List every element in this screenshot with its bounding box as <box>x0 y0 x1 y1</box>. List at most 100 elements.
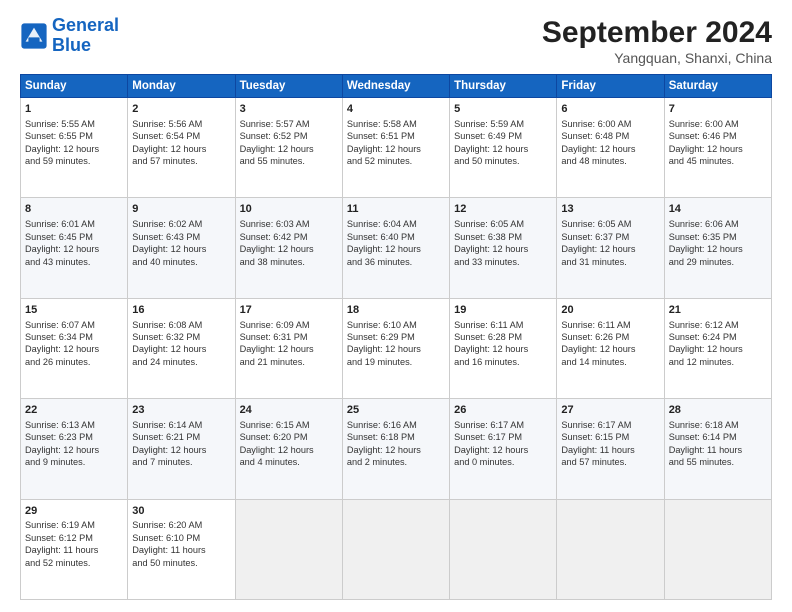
day-info: and 0 minutes. <box>454 456 552 468</box>
day-info: Sunrise: 6:05 AM <box>561 218 659 230</box>
day-info: Daylight: 12 hours <box>25 444 123 456</box>
day-info: Sunrise: 5:55 AM <box>25 118 123 130</box>
day-info: and 24 minutes. <box>132 356 230 368</box>
day-info: and 48 minutes. <box>561 155 659 167</box>
day-info: Sunrise: 6:18 AM <box>669 419 767 431</box>
day-number: 1 <box>25 102 123 117</box>
day-info: and 50 minutes. <box>454 155 552 167</box>
day-number: 25 <box>347 403 445 418</box>
day-info: and 40 minutes. <box>132 256 230 268</box>
day-number: 23 <box>132 403 230 418</box>
calendar-cell: 7Sunrise: 6:00 AMSunset: 6:46 PMDaylight… <box>664 98 771 198</box>
day-info: Sunrise: 5:58 AM <box>347 118 445 130</box>
day-info: Sunrise: 6:03 AM <box>240 218 338 230</box>
day-info: Sunrise: 6:20 AM <box>132 519 230 531</box>
weekday-saturday: Saturday <box>664 75 771 98</box>
day-number: 21 <box>669 303 767 318</box>
day-info: Sunset: 6:32 PM <box>132 331 230 343</box>
day-info: Sunset: 6:17 PM <box>454 431 552 443</box>
calendar-cell <box>235 499 342 599</box>
day-info: Daylight: 12 hours <box>240 343 338 355</box>
day-number: 8 <box>25 202 123 217</box>
logo: General Blue <box>20 16 119 56</box>
day-info: Sunset: 6:12 PM <box>25 532 123 544</box>
day-info: Sunset: 6:48 PM <box>561 130 659 142</box>
logo-general: General <box>52 15 119 35</box>
day-info: Daylight: 12 hours <box>454 143 552 155</box>
day-info: Sunrise: 6:00 AM <box>669 118 767 130</box>
day-info: and 2 minutes. <box>347 456 445 468</box>
day-info: Sunset: 6:45 PM <box>25 231 123 243</box>
calendar-cell: 14Sunrise: 6:06 AMSunset: 6:35 PMDayligh… <box>664 198 771 298</box>
day-info: Sunset: 6:46 PM <box>669 130 767 142</box>
day-info: Daylight: 12 hours <box>454 243 552 255</box>
calendar-cell <box>664 499 771 599</box>
day-info: and 9 minutes. <box>25 456 123 468</box>
day-info: Sunset: 6:26 PM <box>561 331 659 343</box>
calendar-cell: 22Sunrise: 6:13 AMSunset: 6:23 PMDayligh… <box>21 399 128 499</box>
day-info: Daylight: 12 hours <box>347 143 445 155</box>
day-info: Daylight: 12 hours <box>25 143 123 155</box>
calendar-cell: 17Sunrise: 6:09 AMSunset: 6:31 PMDayligh… <box>235 298 342 398</box>
day-number: 19 <box>454 303 552 318</box>
day-info: Daylight: 12 hours <box>454 444 552 456</box>
day-number: 28 <box>669 403 767 418</box>
day-number: 29 <box>25 504 123 519</box>
calendar-cell: 28Sunrise: 6:18 AMSunset: 6:14 PMDayligh… <box>664 399 771 499</box>
day-info: Sunrise: 5:57 AM <box>240 118 338 130</box>
calendar-cell: 15Sunrise: 6:07 AMSunset: 6:34 PMDayligh… <box>21 298 128 398</box>
day-number: 2 <box>132 102 230 117</box>
day-info: Sunset: 6:51 PM <box>347 130 445 142</box>
day-info: Daylight: 11 hours <box>132 544 230 556</box>
calendar-cell: 30Sunrise: 6:20 AMSunset: 6:10 PMDayligh… <box>128 499 235 599</box>
location: Yangquan, Shanxi, China <box>542 50 772 66</box>
day-info: and 52 minutes. <box>347 155 445 167</box>
week-row-4: 22Sunrise: 6:13 AMSunset: 6:23 PMDayligh… <box>21 399 772 499</box>
day-number: 27 <box>561 403 659 418</box>
day-info: Sunrise: 6:19 AM <box>25 519 123 531</box>
day-info: Sunrise: 6:11 AM <box>561 319 659 331</box>
day-number: 20 <box>561 303 659 318</box>
day-number: 14 <box>669 202 767 217</box>
calendar-body: 1Sunrise: 5:55 AMSunset: 6:55 PMDaylight… <box>21 98 772 600</box>
day-info: Daylight: 12 hours <box>132 444 230 456</box>
calendar-cell <box>342 499 449 599</box>
day-info: Sunrise: 6:14 AM <box>132 419 230 431</box>
day-info: and 43 minutes. <box>25 256 123 268</box>
day-info: Sunset: 6:52 PM <box>240 130 338 142</box>
day-info: and 16 minutes. <box>454 356 552 368</box>
day-info: Daylight: 12 hours <box>669 143 767 155</box>
weekday-sunday: Sunday <box>21 75 128 98</box>
calendar-cell: 9Sunrise: 6:02 AMSunset: 6:43 PMDaylight… <box>128 198 235 298</box>
day-info: and 59 minutes. <box>25 155 123 167</box>
day-info: Sunset: 6:20 PM <box>240 431 338 443</box>
calendar-cell: 20Sunrise: 6:11 AMSunset: 6:26 PMDayligh… <box>557 298 664 398</box>
calendar-cell: 29Sunrise: 6:19 AMSunset: 6:12 PMDayligh… <box>21 499 128 599</box>
calendar-cell <box>557 499 664 599</box>
day-info: Sunset: 6:21 PM <box>132 431 230 443</box>
day-info: Sunrise: 6:11 AM <box>454 319 552 331</box>
day-number: 22 <box>25 403 123 418</box>
day-info: and 12 minutes. <box>669 356 767 368</box>
weekday-thursday: Thursday <box>450 75 557 98</box>
day-info: and 26 minutes. <box>25 356 123 368</box>
day-info: Daylight: 12 hours <box>347 243 445 255</box>
day-info: and 19 minutes. <box>347 356 445 368</box>
calendar-cell: 10Sunrise: 6:03 AMSunset: 6:42 PMDayligh… <box>235 198 342 298</box>
header: General Blue September 2024 Yangquan, Sh… <box>20 16 772 66</box>
day-info: Sunset: 6:23 PM <box>25 431 123 443</box>
day-info: Daylight: 12 hours <box>454 343 552 355</box>
day-info: Sunrise: 6:07 AM <box>25 319 123 331</box>
day-info: Sunrise: 6:10 AM <box>347 319 445 331</box>
day-info: Daylight: 12 hours <box>132 243 230 255</box>
day-info: Sunrise: 6:02 AM <box>132 218 230 230</box>
day-number: 11 <box>347 202 445 217</box>
logo-blue: Blue <box>52 35 91 55</box>
day-info: Sunrise: 6:17 AM <box>561 419 659 431</box>
calendar-cell: 23Sunrise: 6:14 AMSunset: 6:21 PMDayligh… <box>128 399 235 499</box>
day-info: Sunset: 6:28 PM <box>454 331 552 343</box>
day-info: and 33 minutes. <box>454 256 552 268</box>
day-info: Sunset: 6:37 PM <box>561 231 659 243</box>
month-title: September 2024 <box>542 16 772 50</box>
day-info: Daylight: 11 hours <box>561 444 659 456</box>
